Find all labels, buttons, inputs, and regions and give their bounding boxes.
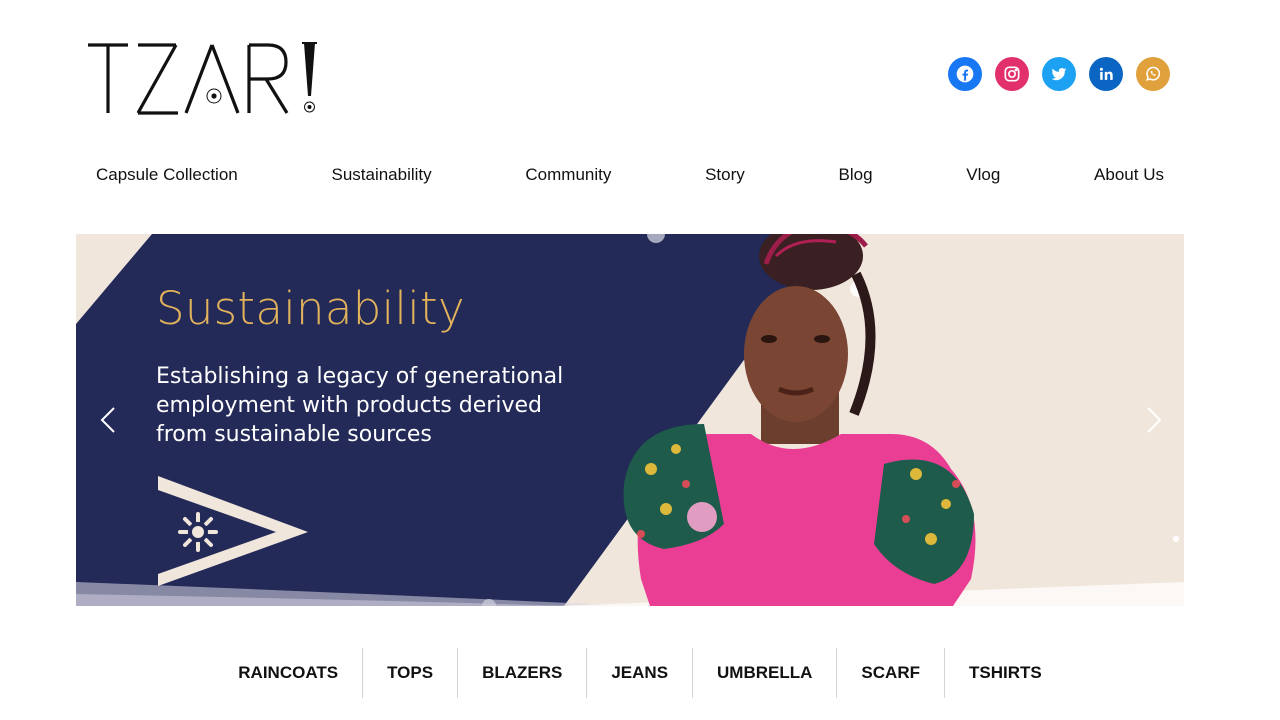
social-links xyxy=(948,57,1170,91)
nav-about-us[interactable]: About Us xyxy=(1094,165,1164,185)
category-umbrella[interactable]: UMBRELLA xyxy=(692,648,836,698)
slider-next-button[interactable] xyxy=(1140,404,1168,436)
category-scarf[interactable]: SCARF xyxy=(836,648,944,698)
instagram-icon[interactable] xyxy=(995,57,1029,91)
hero-title: Sustainability xyxy=(156,282,465,335)
category-jeans[interactable]: JEANS xyxy=(586,648,692,698)
chevron-left-icon xyxy=(100,407,115,433)
nav-blog[interactable]: Blog xyxy=(839,165,873,185)
category-blazers[interactable]: BLAZERS xyxy=(457,648,586,698)
category-tops[interactable]: TOPS xyxy=(362,648,457,698)
twitter-icon[interactable] xyxy=(1042,57,1076,91)
main-nav: Capsule Collection Sustainability Commun… xyxy=(96,165,1164,185)
nav-capsule-collection[interactable]: Capsule Collection xyxy=(96,165,238,185)
sun-emblem xyxy=(178,512,218,552)
linkedin-icon[interactable] xyxy=(1089,57,1123,91)
hero-subtitle: Establishing a legacy of generational em… xyxy=(156,364,564,447)
category-menu: RAINCOATS TOPS BLAZERS JEANS UMBRELLA SC… xyxy=(0,648,1280,698)
chevron-right-icon xyxy=(1147,407,1162,433)
whatsapp-icon[interactable] xyxy=(1136,57,1170,91)
nav-story[interactable]: Story xyxy=(705,165,745,185)
tzari-logo-mark xyxy=(88,42,317,115)
hero-slider[interactable]: Sustainability Establishing a legacy of … xyxy=(76,234,1184,606)
category-raincoats[interactable]: RAINCOATS xyxy=(214,648,362,698)
facebook-icon[interactable] xyxy=(948,57,982,91)
nav-sustainability[interactable]: Sustainability xyxy=(331,165,431,185)
nav-community[interactable]: Community xyxy=(525,165,611,185)
nav-vlog[interactable]: Vlog xyxy=(966,165,1000,185)
category-tshirts[interactable]: TSHIRTS xyxy=(943,648,1066,698)
brand-logo[interactable] xyxy=(88,40,320,118)
slider-prev-button[interactable] xyxy=(94,404,122,436)
